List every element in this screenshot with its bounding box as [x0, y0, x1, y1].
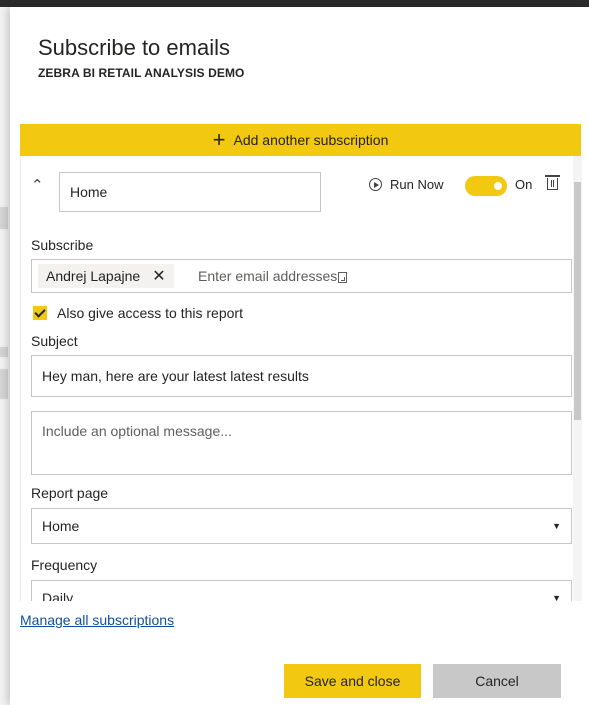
subscription-name-value: Home — [70, 184, 108, 200]
cancel-button[interactable]: Cancel — [433, 664, 561, 698]
toggle-state-label: On — [515, 177, 533, 192]
subscribe-panel: Subscribe to emails ZEBRA BI RETAIL ANAL… — [10, 7, 589, 705]
subject-label: Subject — [31, 333, 78, 349]
recipient-name: Andrej Lapajne — [46, 268, 141, 284]
scrollbar-thumb[interactable] — [574, 182, 581, 420]
save-and-close-button[interactable]: Save and close — [284, 664, 421, 698]
email-input[interactable]: Enter email addresses — [198, 268, 348, 284]
run-now-button[interactable]: Run Now — [369, 177, 443, 192]
subscription-name-input[interactable]: Home — [59, 172, 321, 212]
access-checkbox[interactable]: Also give access to this report — [33, 305, 243, 321]
report-page-label: Report page — [31, 485, 109, 501]
dropdown-arrow-icon: ▼ — [552, 521, 561, 531]
checkmark-icon — [33, 306, 47, 320]
plus-icon: + — [212, 127, 226, 152]
recipient-chip: Andrej Lapajne ✕ — [38, 264, 174, 288]
message-placeholder: Include an optional message... — [42, 423, 232, 439]
manage-subscriptions-link[interactable]: Manage all subscriptions — [20, 612, 174, 628]
chevron-up-icon[interactable]: ⌃ — [31, 176, 44, 194]
frequency-value: Daily — [42, 590, 74, 601]
scrollbar[interactable] — [573, 156, 582, 601]
subject-input[interactable]: Hey man, here are your latest latest res… — [31, 355, 572, 397]
message-textarea[interactable]: Include an optional message... — [31, 411, 572, 475]
add-subscription-label: Add another subscription — [233, 132, 389, 148]
background-visual-fragment — [0, 369, 8, 399]
background-visual-fragment — [0, 207, 8, 229]
report-name: ZEBRA BI RETAIL ANALYSIS DEMO — [38, 66, 245, 80]
trash-icon[interactable] — [545, 175, 560, 190]
app-top-bar — [0, 0, 589, 7]
add-subscription-button[interactable]: + Add another subscription — [20, 124, 581, 156]
play-circle-icon — [369, 178, 382, 191]
access-checkbox-label: Also give access to this report — [57, 305, 243, 321]
input-helper-icon — [338, 271, 348, 283]
email-placeholder: Enter email addresses — [198, 268, 338, 284]
report-page-value: Home — [42, 518, 80, 534]
frequency-select[interactable]: Daily ▼ — [31, 580, 572, 601]
subscription-form: ⌃ Home Run Now On Subscribe Andrej Lapaj… — [20, 156, 582, 601]
background-visual-fragment — [0, 347, 8, 357]
background-report-strip — [0, 7, 10, 705]
subscription-toggle[interactable] — [465, 176, 507, 196]
report-page-select[interactable]: Home ▼ — [31, 508, 572, 544]
close-icon[interactable]: ✕ — [152, 266, 165, 286]
recipients-field[interactable]: Andrej Lapajne ✕ Enter email addresses — [31, 259, 572, 293]
frequency-label: Frequency — [31, 557, 98, 573]
toggle-knob — [494, 182, 502, 190]
subject-value: Hey man, here are your latest latest res… — [42, 368, 309, 384]
run-now-label: Run Now — [390, 177, 444, 192]
dropdown-arrow-icon: ▼ — [552, 593, 561, 601]
page-title: Subscribe to emails — [38, 35, 230, 60]
subscribe-label: Subscribe — [31, 237, 94, 253]
